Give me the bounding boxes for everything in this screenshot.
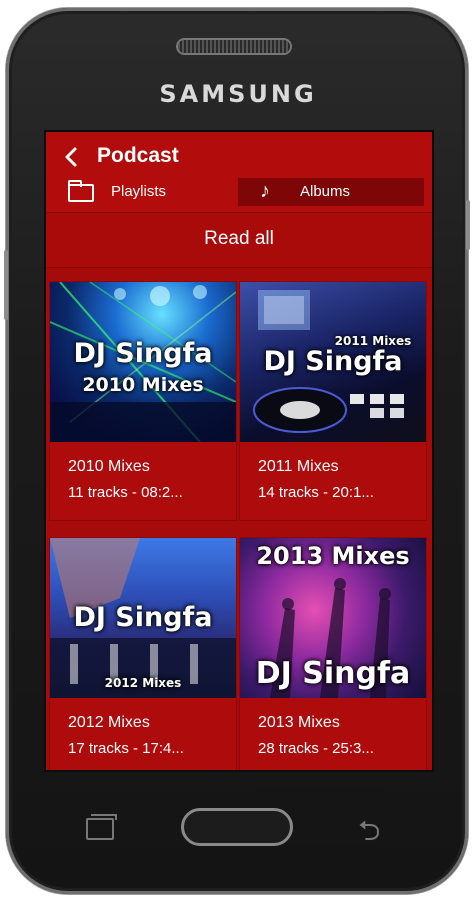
folder-icon (68, 180, 94, 202)
album-card[interactable]: 2013 Mixes DJ Singfa 2013 Mixes 28 track… (240, 538, 426, 770)
album-art-title: DJ Singfa (263, 346, 403, 377)
album-art: DJ Singfa 2010 Mixes (50, 282, 236, 442)
tab-playlists[interactable]: Playlists (54, 178, 234, 206)
album-art-title: DJ Singfa (73, 602, 213, 633)
album-card[interactable]: 2011 Mixes DJ Singfa 2011 Mixes 14 track… (240, 282, 426, 520)
album-art: 2011 Mixes DJ Singfa (240, 282, 426, 442)
home-button[interactable] (181, 808, 293, 846)
album-subtitle: 28 tracks - 25:3... (258, 740, 374, 757)
album-subtitle: 17 tracks - 17:4... (68, 740, 184, 757)
back-nav-icon[interactable]: ⮌ (358, 810, 380, 858)
album-art-title: DJ Singfa (255, 656, 411, 691)
album-subtitle: 14 tracks - 20:1... (258, 484, 374, 501)
read-all-bar: Read all (46, 212, 432, 268)
tab-label: Albums (300, 183, 351, 200)
app-bar: Podcast Playlists ♪ Albums (46, 132, 432, 212)
page-title: Podcast (97, 144, 179, 167)
album-art-title: DJ Singfa (73, 338, 213, 369)
app-screen: Podcast Playlists ♪ Albums Read all DJ S… (46, 132, 432, 770)
earpiece-speaker (178, 40, 290, 53)
volume-button[interactable] (4, 250, 8, 320)
tab-albums[interactable]: ♪ Albums (238, 178, 424, 206)
album-art-subtitle: 2013 Mixes (256, 542, 410, 570)
power-button[interactable] (466, 200, 470, 250)
album-subtitle: 11 tracks - 08:2... (68, 484, 183, 501)
tab-label: Playlists (111, 183, 167, 200)
album-title: 2013 Mixes (258, 714, 340, 731)
album-art-subtitle: 2012 Mixes (104, 676, 182, 690)
album-card[interactable]: DJ Singfa 2012 Mixes 2012 Mixes 17 track… (50, 538, 236, 770)
album-title: 2011 Mixes (258, 458, 339, 475)
music-note-icon: ♪ (260, 180, 270, 202)
album-title: 2012 Mixes (68, 714, 150, 731)
brand-logo: SAMSUNG (159, 80, 317, 108)
recent-apps-icon[interactable] (86, 814, 117, 840)
album-title: 2010 Mixes (68, 458, 150, 475)
album-art-subtitle: 2010 Mixes (82, 374, 204, 396)
album-card[interactable]: DJ Singfa 2010 Mixes 2010 Mixes 11 track… (50, 282, 236, 520)
album-art: DJ Singfa 2012 Mixes (50, 538, 236, 698)
album-art: 2013 Mixes DJ Singfa (240, 538, 426, 698)
chevron-left-icon (65, 147, 77, 167)
read-all-button[interactable]: Read all (46, 228, 432, 250)
back-button[interactable] (56, 142, 86, 172)
